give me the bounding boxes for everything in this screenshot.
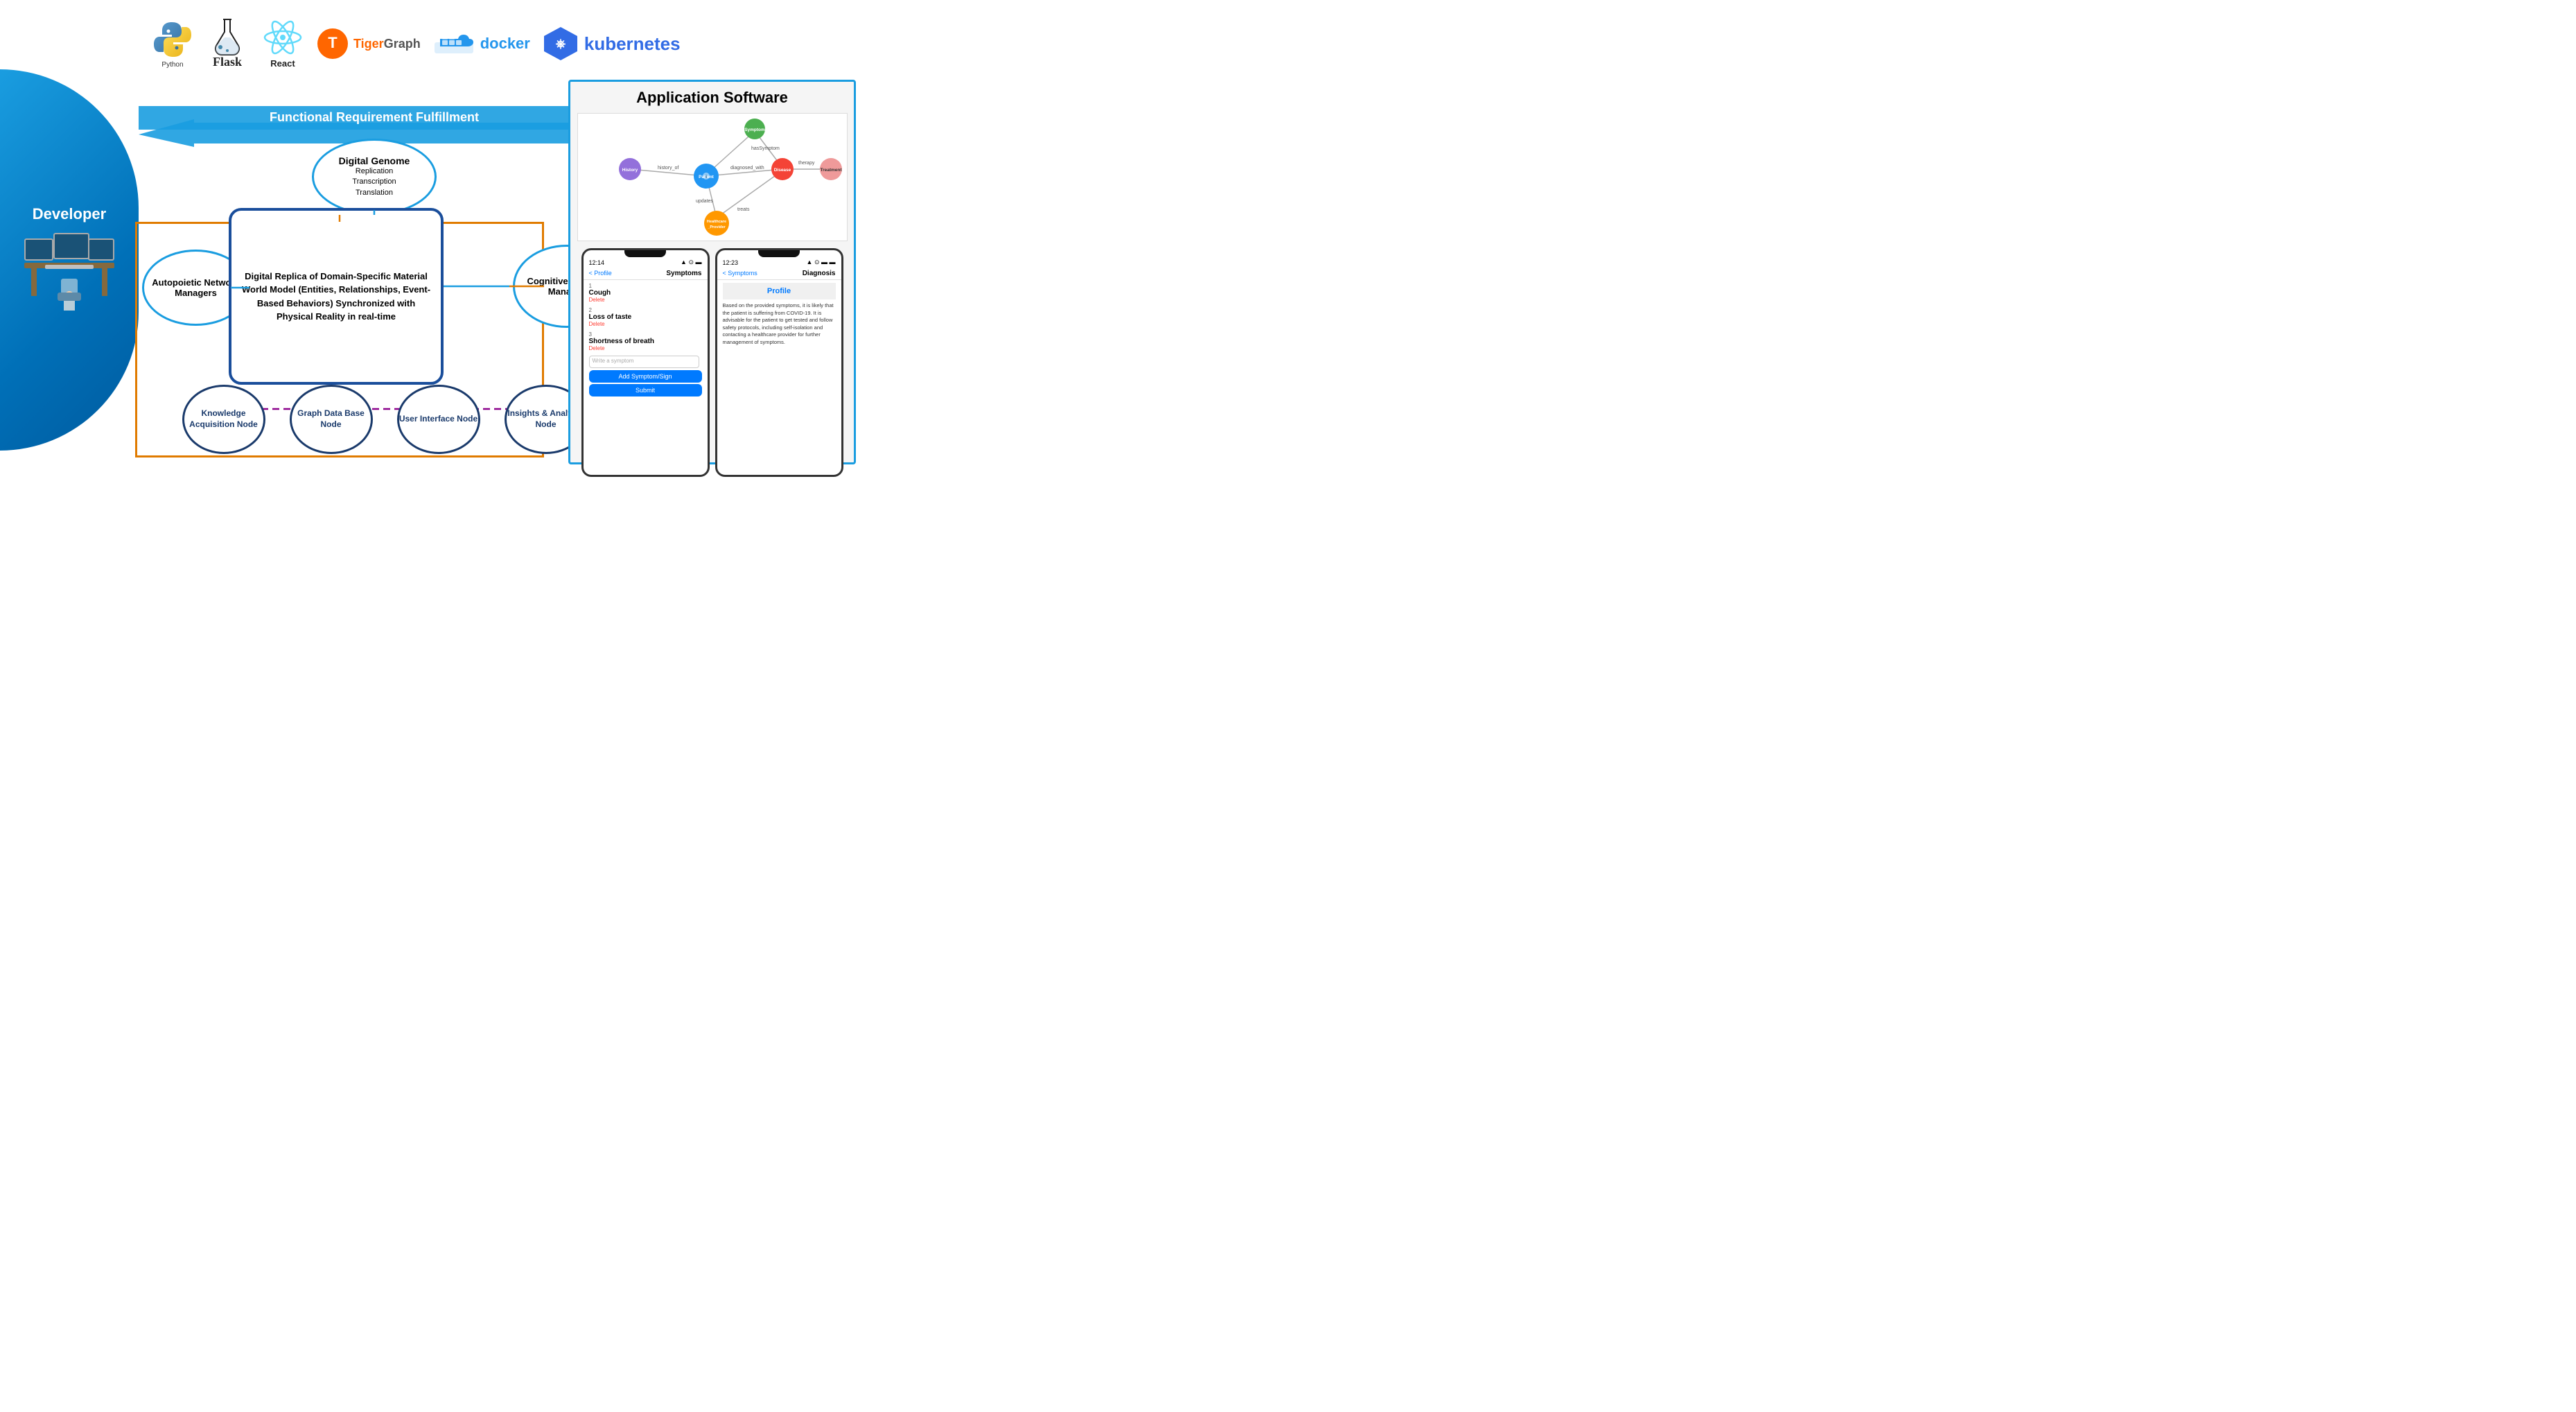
symptom-num-3: 3 xyxy=(589,331,702,338)
phone-header-1: 12:14 ▲ ⊙ ▬ xyxy=(584,257,708,268)
phone2-status: ▲ ⊙ ▬ ▬ xyxy=(807,259,836,266)
center-diagram: Digital Genome ReplicationTranscriptionT… xyxy=(135,135,620,461)
phone-diagnosis: 12:23 ▲ ⊙ ▬ ▬ < Symptoms Diagnosis Profi… xyxy=(715,248,843,477)
docker-logo: docker xyxy=(433,27,530,60)
phone-notch-1 xyxy=(624,250,666,257)
symptom-del-2[interactable]: Delete xyxy=(589,321,702,327)
user-interface-node: User Interface Node xyxy=(397,385,480,454)
knowledge-node: Knowledge Acquisition Node xyxy=(182,385,265,454)
developer-panel: Developer xyxy=(0,69,139,451)
phone1-content: 1 Cough Delete 2 Loss of taste Delete 3 … xyxy=(584,280,708,401)
svg-text:i: i xyxy=(706,175,707,180)
phone1-nav: < Profile Symptoms xyxy=(584,268,708,280)
svg-text:T: T xyxy=(328,34,338,51)
diagnosis-section: Profile Based on the provided symptoms, … xyxy=(717,280,841,349)
graph-visualization: history_of diagnosed_with therapy hasSym… xyxy=(577,113,848,241)
symptom-item-3: 3 Shortness of breath Delete xyxy=(589,331,702,351)
flask-logo: Flask xyxy=(211,18,244,69)
developer-illustration xyxy=(24,232,114,315)
add-symptom-btn[interactable]: Add Symptom/Sign xyxy=(589,370,702,383)
svg-text:diagnosed_with: diagnosed_with xyxy=(730,166,764,171)
symptom-input[interactable]: Write a symptom xyxy=(589,356,699,368)
phone1-time: 12:14 xyxy=(589,259,605,266)
phones-row: 12:14 ▲ ⊙ ▬ < Profile Symptoms 1 Cough D… xyxy=(570,244,854,481)
phone1-back[interactable]: < Profile xyxy=(589,270,612,277)
phone2-back[interactable]: < Symptoms xyxy=(723,270,757,277)
symptom-name-3: Shortness of breath xyxy=(589,338,702,345)
kubernetes-label: kubernetes xyxy=(584,33,681,55)
docker-label: docker xyxy=(480,35,530,53)
phone-notch-2 xyxy=(758,250,800,257)
tech-logo-bar: Python Flask React T xyxy=(152,6,852,82)
app-panel-title: Application Software xyxy=(570,82,854,110)
phone-symptoms: 12:14 ▲ ⊙ ▬ < Profile Symptoms 1 Cough D… xyxy=(581,248,710,477)
svg-text:_Provider: _Provider xyxy=(707,225,726,229)
svg-text:⎈: ⎈ xyxy=(556,37,566,51)
ui-label: User Interface Node xyxy=(399,414,477,425)
phone2-time: 12:23 xyxy=(723,259,739,266)
phone1-status: ▲ ⊙ ▬ xyxy=(681,259,701,266)
symptom-del-1[interactable]: Delete xyxy=(589,297,702,303)
phone2-screen-title: Diagnosis xyxy=(803,270,836,277)
svg-text:updates: updates xyxy=(696,199,713,204)
python-label: Python xyxy=(161,61,183,69)
digital-genome-node: Digital Genome ReplicationTranscriptionT… xyxy=(312,139,437,215)
svg-text:Disease: Disease xyxy=(773,168,791,173)
knowledge-label: Knowledge Acquisition Node xyxy=(184,408,263,430)
digital-replica-box: Digital Replica of Domain-Specific Mater… xyxy=(229,208,444,385)
developer-label: Developer xyxy=(33,205,106,223)
svg-text:therapy: therapy xyxy=(798,161,815,166)
symptom-name-2: Loss of taste xyxy=(589,313,702,321)
graphdb-label: Graph Data Base Node xyxy=(292,408,371,430)
tigergraph-logo: T TigerGraph xyxy=(316,27,421,60)
svg-text:Treatment: Treatment xyxy=(820,168,842,173)
svg-text:Functional Requirement Fulfill: Functional Requirement Fulfillment xyxy=(270,110,479,124)
phone2-nav: < Symptoms Diagnosis xyxy=(717,268,841,280)
flask-label: Flask xyxy=(213,55,242,69)
app-software-panel: Application Software history_of diagnose… xyxy=(568,80,856,464)
tiger-label: Tiger xyxy=(353,37,384,51)
react-label: React xyxy=(270,58,295,69)
symptom-item-2: 2 Loss of taste Delete xyxy=(589,307,702,327)
bottom-nodes-row: Knowledge Acquisition Node Graph Data Ba… xyxy=(170,385,599,454)
phone1-screen-title: Symptoms xyxy=(666,270,701,277)
kubernetes-logo: ⎈ kubernetes xyxy=(543,26,681,62)
react-logo: React xyxy=(262,19,304,69)
profile-link[interactable]: Profile xyxy=(724,287,834,295)
svg-text:hasSymptom: hasSymptom xyxy=(751,146,780,151)
symptom-num-2: 2 xyxy=(589,307,702,313)
diagnosis-text: Based on the provided symptoms, it is li… xyxy=(723,302,836,346)
svg-text:treats: treats xyxy=(737,207,750,212)
submit-btn[interactable]: Submit xyxy=(589,384,702,396)
replica-text: Digital Replica of Domain-Specific Mater… xyxy=(238,270,434,324)
svg-text:History: History xyxy=(622,168,638,173)
graph-db-node: Graph Data Base Node xyxy=(290,385,373,454)
python-logo: Python xyxy=(152,19,193,69)
symptom-placeholder: Write a symptom xyxy=(593,358,634,364)
phone-header-2: 12:23 ▲ ⊙ ▬ ▬ xyxy=(717,257,841,268)
genome-sub: ReplicationTranscriptionTranslation xyxy=(352,166,396,198)
genome-title: Digital Genome xyxy=(339,155,410,166)
svg-text:history_of: history_of xyxy=(658,166,678,171)
symptom-name-1: Cough xyxy=(589,289,702,297)
symptom-item-1: 1 Cough Delete xyxy=(589,283,702,303)
svg-text:Symptom: Symptom xyxy=(744,128,765,132)
symptom-num-1: 1 xyxy=(589,283,702,289)
graph-label: Graph xyxy=(384,37,421,51)
graph-svg: history_of diagnosed_with therapy hasSym… xyxy=(578,114,848,242)
svg-text:Healthcare: Healthcare xyxy=(706,220,726,224)
symptom-del-3[interactable]: Delete xyxy=(589,345,702,351)
